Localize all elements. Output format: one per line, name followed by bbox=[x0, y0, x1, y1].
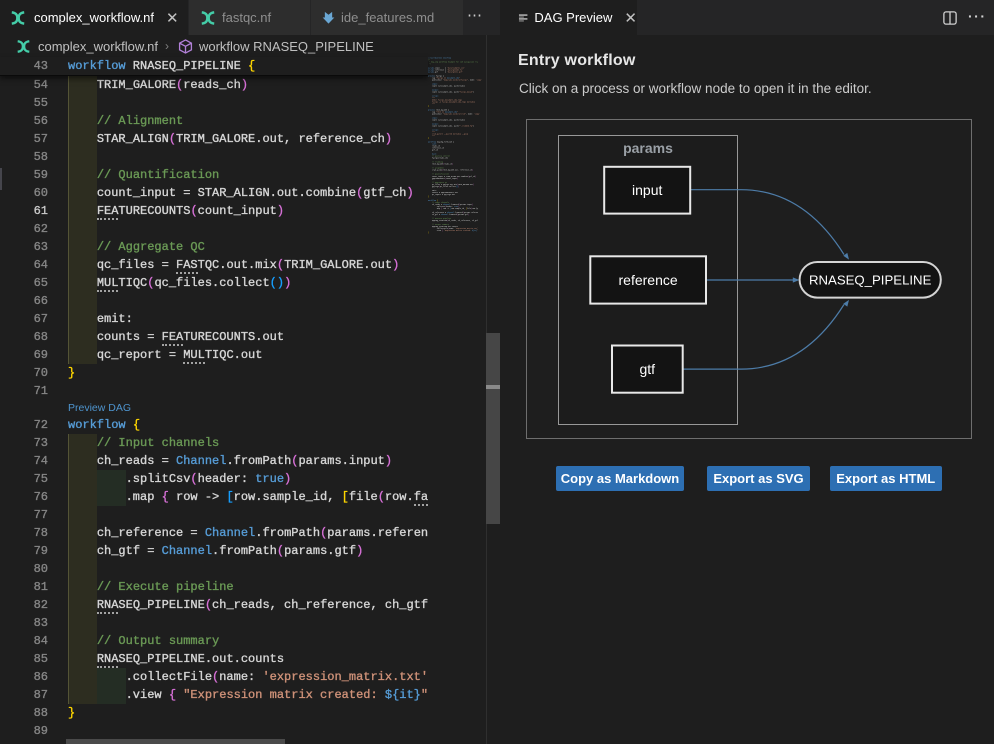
svg-text:gtf: gtf bbox=[639, 361, 655, 377]
svg-text:input: input bbox=[632, 182, 662, 198]
svg-text:reference: reference bbox=[618, 272, 677, 288]
svg-text:params: params bbox=[623, 140, 673, 156]
svg-text:RNASEQ_PIPELINE: RNASEQ_PIPELINE bbox=[808, 273, 931, 288]
